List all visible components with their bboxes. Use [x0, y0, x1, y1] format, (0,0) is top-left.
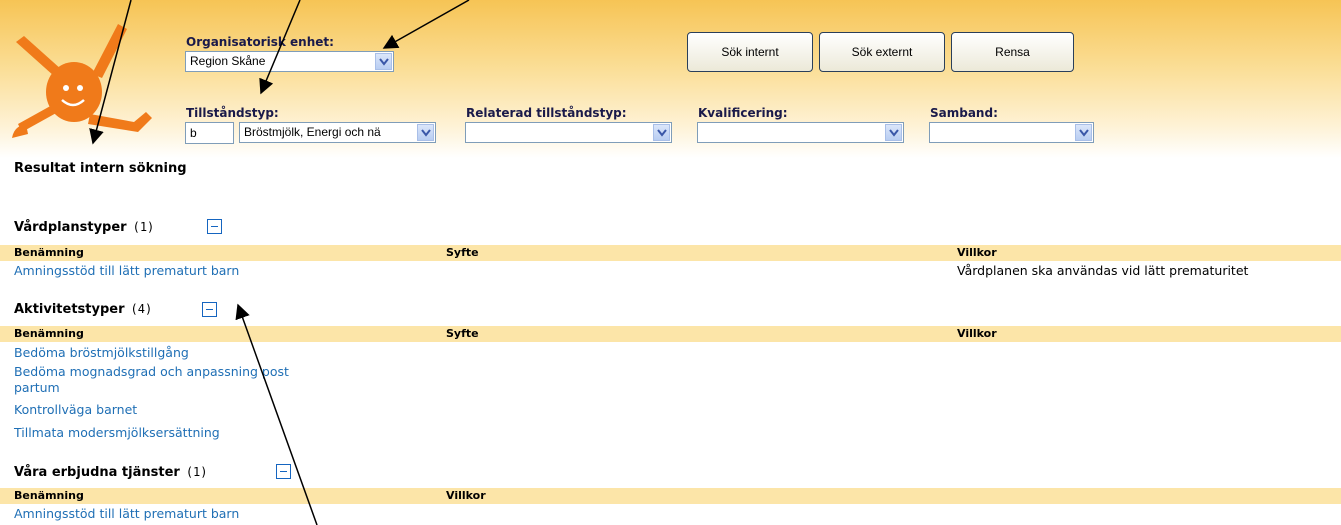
- section-title: Våra erbjudna tjänster: [14, 465, 180, 480]
- collapse-toggle-icon[interactable]: [207, 219, 222, 234]
- col-villkor: Villkor: [446, 489, 486, 502]
- org-select-value: Region Skåne: [190, 54, 266, 68]
- col-syfte: Syfte: [446, 327, 479, 340]
- kvalificering-label: Kvalificering:: [698, 106, 788, 120]
- tillstand-label: Tillståndstyp:: [186, 106, 279, 120]
- section-count: (4): [130, 302, 153, 316]
- table-header: Benämning Villkor: [0, 488, 1341, 504]
- search-external-button[interactable]: Sök externt: [819, 32, 945, 72]
- kvalificering-select[interactable]: [697, 122, 904, 143]
- search-internal-button[interactable]: Sök internt: [687, 32, 813, 72]
- chevron-down-icon[interactable]: [417, 124, 434, 141]
- col-syfte: Syfte: [446, 246, 479, 259]
- chevron-down-icon[interactable]: [1075, 124, 1092, 141]
- chevron-down-icon[interactable]: [653, 124, 670, 141]
- relaterad-select[interactable]: [465, 122, 672, 143]
- org-label: Organisatorisk enhet:: [186, 35, 334, 49]
- col-benamning: Benämning: [14, 246, 84, 259]
- section-count: (1): [185, 465, 208, 479]
- col-villkor: Villkor: [957, 327, 997, 340]
- section-tjanster: Våra erbjudna tjänster (1): [14, 465, 208, 480]
- col-villkor: Villkor: [957, 246, 997, 259]
- table-header: Benämning Syfte Villkor: [0, 326, 1341, 342]
- chevron-down-icon[interactable]: [375, 53, 392, 70]
- samband-label: Samband:: [930, 106, 998, 120]
- section-count: (1): [132, 220, 155, 234]
- tillstand-select-value: Bröstmjölk, Energi och nä: [244, 125, 381, 139]
- tillstand-select[interactable]: Bröstmjölk, Energi och nä: [239, 122, 436, 143]
- collapse-toggle-icon[interactable]: [276, 464, 291, 479]
- col-benamning: Benämning: [14, 327, 84, 340]
- collapse-toggle-icon[interactable]: [202, 302, 217, 317]
- result-link-continued[interactable]: partum: [14, 380, 60, 395]
- villkor-value: Vårdplanen ska användas vid lätt prematu…: [957, 263, 1249, 278]
- result-link[interactable]: Bedöma mognadsgrad och anpassning post: [14, 364, 289, 379]
- search-header: Organisatorisk enhet: Region Skåne Tills…: [0, 0, 1341, 158]
- chevron-down-icon[interactable]: [885, 124, 902, 141]
- mascot-logo: [12, 24, 152, 138]
- result-link[interactable]: Amningsstöd till lätt prematurt barn: [14, 263, 239, 278]
- tillstand-code-value: b: [190, 126, 197, 140]
- samband-select[interactable]: [929, 122, 1094, 143]
- result-link[interactable]: Kontrollväga barnet: [14, 402, 137, 417]
- tillstand-code-input[interactable]: b: [185, 122, 234, 144]
- section-title: Vårdplanstyper: [14, 220, 127, 235]
- results-title: Resultat intern sökning: [14, 161, 187, 176]
- section-vardplanstyper: Vårdplanstyper (1): [14, 220, 154, 235]
- result-link[interactable]: Amningsstöd till lätt prematurt barn: [14, 506, 239, 521]
- result-link[interactable]: Bedöma bröstmjölkstillgång: [14, 345, 189, 360]
- relaterad-label: Relaterad tillståndstyp:: [466, 106, 627, 120]
- section-title: Aktivitetstyper: [14, 302, 125, 317]
- col-benamning: Benämning: [14, 489, 84, 502]
- clear-button[interactable]: Rensa: [951, 32, 1074, 72]
- result-link[interactable]: Tillmata modersmjölksersättning: [14, 425, 220, 440]
- org-select[interactable]: Region Skåne: [185, 51, 394, 72]
- section-aktivitetstyper: Aktivitetstyper (4): [14, 302, 152, 317]
- table-header: Benämning Syfte Villkor: [0, 245, 1341, 261]
